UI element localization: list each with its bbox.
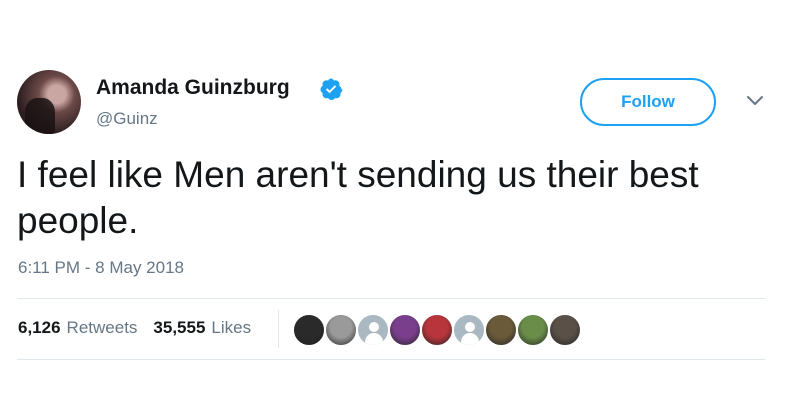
liker-avatar[interactable]: [452, 313, 486, 347]
divider-bottom: [17, 359, 765, 360]
liker-avatar[interactable]: [516, 313, 550, 347]
retweets-stat[interactable]: 6,126 Retweets: [18, 318, 137, 338]
chevron-down-icon[interactable]: [746, 94, 764, 108]
liker-avatars: [292, 313, 582, 347]
liker-avatar[interactable]: [388, 313, 422, 347]
tweet-stats: 6,126 Retweets 35,555 Likes: [18, 318, 267, 338]
divider-top: [17, 298, 765, 299]
liker-avatar[interactable]: [356, 313, 390, 347]
tweet-text: I feel like Men aren't sending us their …: [17, 154, 699, 241]
liker-avatar[interactable]: [420, 313, 454, 347]
tweet-timestamp[interactable]: 6:11 PM - 8 May 2018: [18, 258, 184, 278]
retweets-label: Retweets: [66, 318, 138, 337]
liker-avatar[interactable]: [292, 313, 326, 347]
liker-avatar[interactable]: [324, 313, 358, 347]
liker-avatar[interactable]: [484, 313, 518, 347]
likes-stat[interactable]: 35,555 Likes: [153, 318, 251, 338]
verified-badge-icon: [320, 78, 343, 100]
tweet-card: Amanda Guinzburg @Guinz Follow I feel li…: [0, 0, 800, 420]
follow-button[interactable]: Follow: [580, 78, 716, 126]
author-name[interactable]: Amanda Guinzburg: [96, 76, 290, 100]
likes-label: Likes: [211, 318, 252, 337]
likes-count: 35,555: [153, 318, 206, 337]
stats-separator: [278, 310, 279, 348]
author-handle[interactable]: @Guinz: [96, 109, 158, 129]
author-avatar[interactable]: [17, 70, 81, 134]
liker-avatar[interactable]: [548, 313, 582, 347]
retweets-count: 6,126: [18, 318, 61, 337]
